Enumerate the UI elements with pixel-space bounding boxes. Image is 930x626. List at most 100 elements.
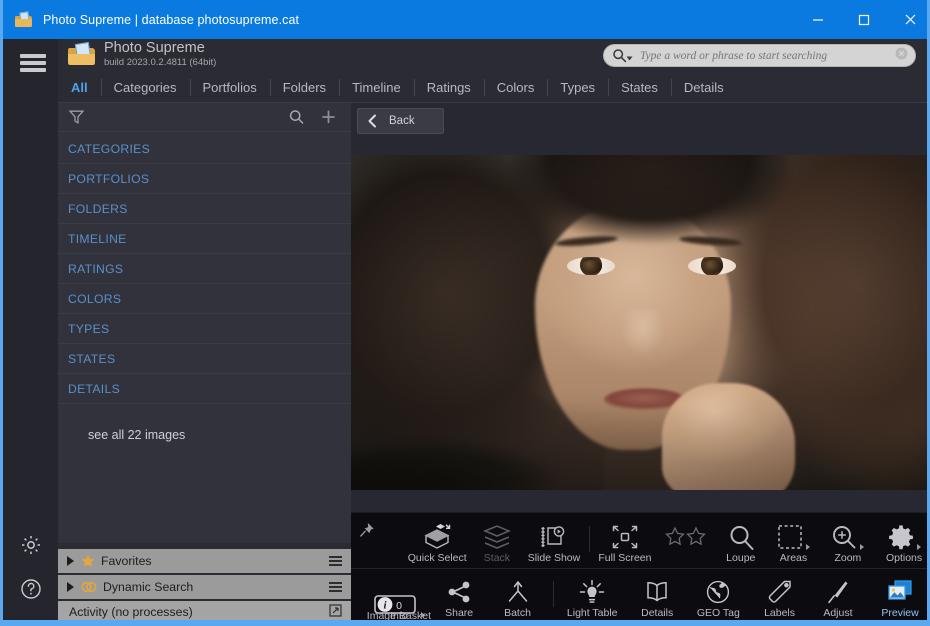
tab-ratings[interactable]: Ratings: [414, 72, 484, 103]
options-label: Options: [886, 552, 922, 565]
see-all-images-link[interactable]: see all 22 images: [58, 428, 351, 442]
image-basket-button[interactable]: i 0 Info Image Basket: [365, 569, 433, 623]
light-table-button[interactable]: Light Table: [556, 569, 628, 623]
viewer-toolbar-secondary: i 0 Info Image Basket Share: [351, 568, 930, 623]
chevron-down-icon[interactable]: [860, 544, 864, 550]
options-button[interactable]: Options: [875, 513, 930, 568]
tab-details[interactable]: Details: [671, 72, 737, 103]
back-button-label: Back: [389, 115, 415, 127]
sidebar-item-types[interactable]: TYPES: [58, 314, 351, 344]
full-screen-button[interactable]: Full Screen: [592, 513, 657, 568]
sidebar-item-categories[interactable]: CATEGORIES: [58, 134, 351, 164]
sidebar-item-states[interactable]: STATES: [58, 344, 351, 374]
full-screen-icon: [611, 522, 639, 552]
adjust-button[interactable]: Adjust: [809, 569, 867, 623]
sidebar-item-details[interactable]: DETAILS: [58, 374, 351, 404]
preview-label: Preview: [881, 607, 918, 620]
share-button[interactable]: Share: [433, 569, 486, 623]
expand-arrow-icon[interactable]: [67, 582, 74, 592]
tab-portfolios[interactable]: Portfolios: [190, 72, 270, 103]
slide-show-button[interactable]: Slide Show: [522, 513, 585, 568]
tab-states[interactable]: States: [608, 72, 671, 103]
preview-button[interactable]: Preview: [867, 569, 930, 623]
loupe-button[interactable]: Loupe: [715, 513, 766, 568]
quick-select-button[interactable]: Quick Select: [403, 513, 471, 568]
chevron-left-icon: [367, 114, 378, 128]
plus-icon[interactable]: [320, 108, 337, 131]
app-build-version: build 2023.0.2.4811 (64bit): [104, 57, 216, 69]
close-button[interactable]: [887, 0, 930, 39]
rings-icon: [81, 580, 97, 594]
title-bar: Photo Supreme | database photosupreme.ca…: [3, 0, 930, 39]
sidebar-item-folders[interactable]: FOLDERS: [58, 194, 351, 224]
preview-images-icon: [886, 577, 914, 607]
batch-icon: [505, 577, 531, 607]
popout-icon[interactable]: [329, 604, 342, 620]
chevron-down-icon[interactable]: [917, 544, 921, 550]
star-icon: [81, 554, 95, 568]
zoom-magnifier-icon: [831, 522, 864, 552]
stack-button[interactable]: Stack: [471, 513, 522, 568]
hamburger-small-icon[interactable]: [329, 556, 342, 566]
help-circle-icon[interactable]: [3, 567, 58, 611]
slide-show-icon: [540, 522, 568, 552]
adjust-label: Adjust: [823, 607, 852, 620]
maximize-button[interactable]: [841, 0, 887, 39]
dynamic-search-panel[interactable]: Dynamic Search: [58, 574, 351, 599]
back-button[interactable]: Back: [357, 108, 444, 134]
favorites-panel[interactable]: Favorites: [58, 548, 351, 573]
batch-label: Batch: [504, 607, 531, 620]
expand-arrow-icon[interactable]: [67, 556, 74, 566]
loupe-label: Loupe: [726, 552, 755, 565]
tab-colors[interactable]: Colors: [484, 72, 548, 103]
viewer-toolbar-primary: Quick Select Stack Slide Show: [351, 512, 930, 568]
sidebar-item-ratings[interactable]: RATINGS: [58, 254, 351, 284]
clear-circle-icon[interactable]: [895, 47, 908, 65]
application-window: Photo Supreme | database photosupreme.ca…: [0, 0, 930, 626]
pin-icon[interactable]: [359, 523, 374, 543]
zoom-label: Zoom: [834, 552, 861, 565]
tab-all[interactable]: All: [58, 72, 101, 103]
sidebar-item-timeline[interactable]: TIMELINE: [58, 224, 351, 254]
open-book-icon: [644, 577, 670, 607]
batch-button[interactable]: Batch: [486, 569, 550, 623]
search-icon[interactable]: [612, 48, 633, 63]
app-branding: Photo Supreme build 2023.0.2.4811 (64bit…: [68, 41, 216, 69]
search-box[interactable]: [603, 44, 916, 67]
window-controls: [795, 0, 930, 39]
geo-tag-button[interactable]: GEO Tag: [686, 569, 750, 623]
areas-button[interactable]: Areas: [766, 513, 820, 568]
sidebar-item-portfolios[interactable]: PORTFOLIOS: [58, 164, 351, 194]
tab-folders[interactable]: Folders: [270, 72, 339, 103]
rating-stars-button[interactable]: [657, 513, 715, 568]
stack-layers-icon: [483, 522, 511, 552]
search-input[interactable]: [640, 50, 895, 62]
labels-button[interactable]: Labels: [750, 569, 808, 623]
two-stars-rating-icon: [663, 522, 709, 552]
tab-timeline[interactable]: Timeline: [339, 72, 414, 103]
hamburger-menu-icon[interactable]: [20, 54, 46, 72]
hamburger-small-icon[interactable]: [329, 582, 342, 592]
labels-label: Labels: [764, 607, 795, 620]
zoom-button[interactable]: Zoom: [821, 513, 875, 568]
sidebar-item-list: CATEGORIES PORTFOLIOS FOLDERS TIMELINE R…: [58, 132, 351, 404]
sidebar-item-colors[interactable]: COLORS: [58, 284, 351, 314]
tab-categories[interactable]: Categories: [101, 72, 190, 103]
quick-select-label: Quick Select: [408, 552, 467, 565]
photo-folder-icon: [68, 43, 96, 67]
chevron-down-icon[interactable]: [806, 544, 810, 550]
details-button[interactable]: Details: [628, 569, 686, 623]
app-name: Photo Supreme: [104, 41, 216, 56]
details-label: Details: [641, 607, 673, 620]
search-icon[interactable]: [288, 108, 305, 131]
funnel-filter-icon[interactable]: [68, 108, 85, 131]
gear-icon[interactable]: [3, 523, 58, 567]
tab-types[interactable]: Types: [547, 72, 608, 103]
favorites-label: Favorites: [101, 554, 152, 568]
minimize-button[interactable]: [795, 0, 841, 39]
areas-label: Areas: [780, 552, 807, 565]
left-icon-rail: [3, 39, 58, 623]
brush-icon: [825, 577, 851, 607]
preview-photo[interactable]: [351, 155, 927, 490]
activity-label: Activity (no processes): [69, 605, 193, 619]
